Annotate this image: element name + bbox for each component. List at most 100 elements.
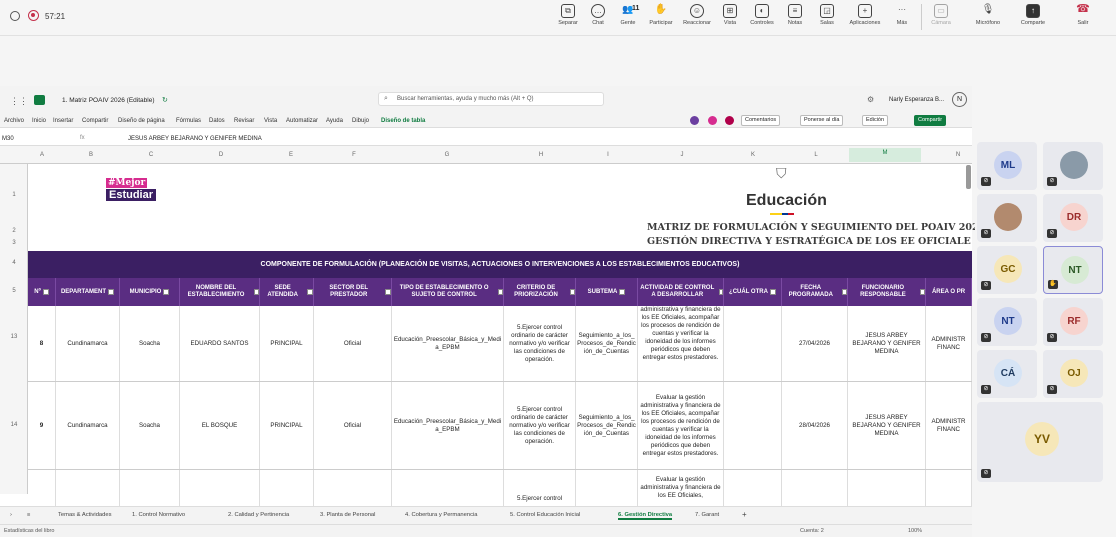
table-cell[interactable]: 8 — [28, 306, 56, 381]
edicion-button[interactable]: Edición — [862, 115, 889, 126]
vertical-scrollbar[interactable] — [966, 165, 971, 189]
menu-inicio[interactable]: Inicio — [32, 118, 46, 124]
table-cell[interactable] — [120, 470, 180, 506]
search-box[interactable]: ⌕ Buscar herramientas, ayuda y mucho más… — [378, 92, 604, 106]
col-header[interactable]: N — [954, 152, 962, 158]
sheet-list-icon[interactable]: ≡ — [27, 512, 30, 518]
comentarios-button[interactable]: Comentarios — [741, 115, 781, 126]
separar-button[interactable]: ⧉ Separar — [553, 4, 583, 26]
table-cell[interactable] — [724, 306, 782, 381]
col-header[interactable]: J — [678, 152, 686, 158]
add-sheet-icon[interactable]: + — [742, 510, 747, 519]
table-cell[interactable]: Cundinamarca — [56, 382, 120, 469]
table-cell[interactable]: PRINCIPAL — [260, 382, 314, 469]
header-cell[interactable]: ACTIVIDAD DE CONTROL A DESARROLLAR — [638, 278, 724, 306]
workbook-title[interactable]: 1. Matriz POAIV 2026 (Editable) — [62, 97, 155, 104]
sheet-tab[interactable]: 4. Cobertura y Permanencia — [405, 512, 478, 518]
header-cell[interactable]: DEPARTAMENT — [56, 278, 120, 306]
table-cell[interactable]: Seguimiento_a_los_Procesos_de_Rendición_… — [576, 382, 638, 469]
table-cell[interactable] — [724, 382, 782, 469]
table-cell[interactable]: PRINCIPAL — [260, 306, 314, 381]
ponerse-al-dia-button[interactable]: Ponerse al día — [800, 115, 844, 126]
controles-button[interactable]: ◐ Controles — [747, 4, 777, 26]
participant-tile[interactable]: ML ⊘ — [977, 142, 1037, 190]
user-avatar[interactable]: N — [952, 92, 967, 107]
col-header[interactable]: I — [604, 152, 612, 158]
salir-button[interactable]: ☎ Salir — [1066, 4, 1100, 27]
header-cell[interactable]: FUNCIONARIO RESPONSABLE — [848, 278, 926, 306]
sheet-tab[interactable]: 7. Garant — [695, 512, 719, 518]
header-cell[interactable]: SECTOR DEL PRESTADOR — [314, 278, 392, 306]
sheet-tab[interactable]: 1. Control Normativo — [132, 512, 185, 518]
menu-insertar[interactable]: Insertar — [53, 118, 73, 124]
prev-sheet-icon[interactable]: › — [10, 512, 12, 518]
table-cell[interactable] — [782, 470, 848, 506]
header-cell[interactable]: ÁREA O PR — [926, 278, 972, 306]
col-header[interactable]: A — [38, 152, 46, 158]
participant-tile[interactable]: YV ⊘ — [977, 402, 1103, 482]
table-cell[interactable]: 9 — [28, 382, 56, 469]
participant-tile[interactable]: NT ✋ — [1043, 246, 1103, 294]
table-cell[interactable]: 5.Ejercer control ordinario de carácter … — [504, 382, 576, 469]
table-cell[interactable]: JESUS ARBEY BEJARANO Y GENIFER MEDINA — [848, 306, 926, 381]
table-cell[interactable] — [926, 470, 972, 506]
mas-button[interactable]: ··· Más — [887, 4, 917, 26]
menu-archivo[interactable]: Archivo — [4, 118, 24, 124]
table-cell[interactable]: Soacha — [120, 382, 180, 469]
header-cell[interactable]: Nº — [28, 278, 56, 306]
sheet-tab[interactable]: 5. Control Educación Inicial — [510, 512, 580, 518]
compartir-button[interactable]: Compartir — [914, 115, 947, 126]
menu-revisar[interactable]: Revisar — [234, 118, 254, 124]
aplicaciones-button[interactable]: + Aplicaciones — [843, 4, 887, 26]
menu-diseno-pagina[interactable]: Diseño de página — [118, 118, 165, 124]
camara-button[interactable]: ▭ Cámara — [926, 4, 956, 26]
col-header[interactable]: C — [147, 152, 155, 158]
participant-tile[interactable]: NT ⊘ — [977, 298, 1037, 346]
name-box[interactable]: M30 — [2, 136, 14, 142]
participant-tile[interactable]: ⊘ — [1043, 142, 1103, 190]
menu-automatizar[interactable]: Automatizar — [286, 118, 318, 124]
table-cell[interactable]: ADMINISTR FINANC — [926, 306, 972, 381]
row-header[interactable]: 14 — [0, 422, 28, 428]
table-cell[interactable] — [180, 470, 260, 506]
table-cell[interactable] — [576, 470, 638, 506]
table-cell[interactable]: Soacha — [120, 306, 180, 381]
participant-tile[interactable]: GC ⊘ — [977, 246, 1037, 294]
sheet-tab-active[interactable]: 6. Gestión Directiva — [618, 512, 673, 520]
table-cell[interactable] — [392, 470, 504, 506]
table-cell[interactable]: EDUARDO SANTOS — [180, 306, 260, 381]
zoom-level[interactable]: 100% — [908, 528, 922, 534]
header-cell[interactable]: TIPO DE ESTABLECIMIENTO O SUJETO DE CONT… — [392, 278, 504, 306]
header-cell[interactable]: ¿CUÁL OTRA — [724, 278, 782, 306]
col-header[interactable]: K — [749, 152, 757, 158]
col-header[interactable]: F — [350, 152, 358, 158]
table-cell[interactable]: 28/04/2026 — [782, 382, 848, 469]
participant-tile[interactable]: OJ ⊘ — [1043, 350, 1103, 398]
header-cell[interactable]: FECHA PROGRAMADA — [782, 278, 848, 306]
app-launcher-icon[interactable]: ⋮⋮ — [10, 96, 28, 107]
chat-button[interactable]: … Chat — [583, 4, 613, 26]
col-header[interactable]: E — [287, 152, 295, 158]
menu-diseno-tabla[interactable]: Diseño de tabla — [381, 118, 425, 124]
col-header[interactable]: B — [87, 152, 95, 158]
search-input[interactable]: Buscar herramientas, ayuda y mucho más (… — [397, 96, 534, 102]
table-cell[interactable]: EL BOSQUE — [180, 382, 260, 469]
menu-compartir[interactable]: Compartir — [82, 118, 108, 124]
header-cell[interactable]: MUNICIPIO — [120, 278, 180, 306]
row-header[interactable]: 1 — [0, 192, 28, 198]
comparte-button[interactable]: ↑ Comparte — [1014, 4, 1052, 26]
notas-button[interactable]: ≡ Notas — [780, 4, 810, 26]
table-cell[interactable] — [56, 470, 120, 506]
table-cell[interactable]: Evaluar la gestión administrativa y fina… — [638, 470, 724, 506]
row-header[interactable]: 2 — [0, 228, 28, 234]
table-cell[interactable]: Oficial — [314, 306, 392, 381]
participant-tile[interactable]: ⊘ — [977, 194, 1037, 242]
menu-dibujo[interactable]: Dibujo — [352, 118, 369, 124]
table-cell[interactable]: Cundinamarca — [56, 306, 120, 381]
table-cell[interactable]: Oficial — [314, 382, 392, 469]
table-cell[interactable]: Evaluar la gestión administrativa y fina… — [638, 382, 724, 469]
table-cell[interactable] — [28, 470, 56, 506]
col-header[interactable]: D — [217, 152, 225, 158]
workbook-stats[interactable]: Estadísticas del libro — [4, 528, 54, 534]
table-cell[interactable]: Seguimiento_a_los_Procesos_de_Rendición_… — [576, 306, 638, 381]
